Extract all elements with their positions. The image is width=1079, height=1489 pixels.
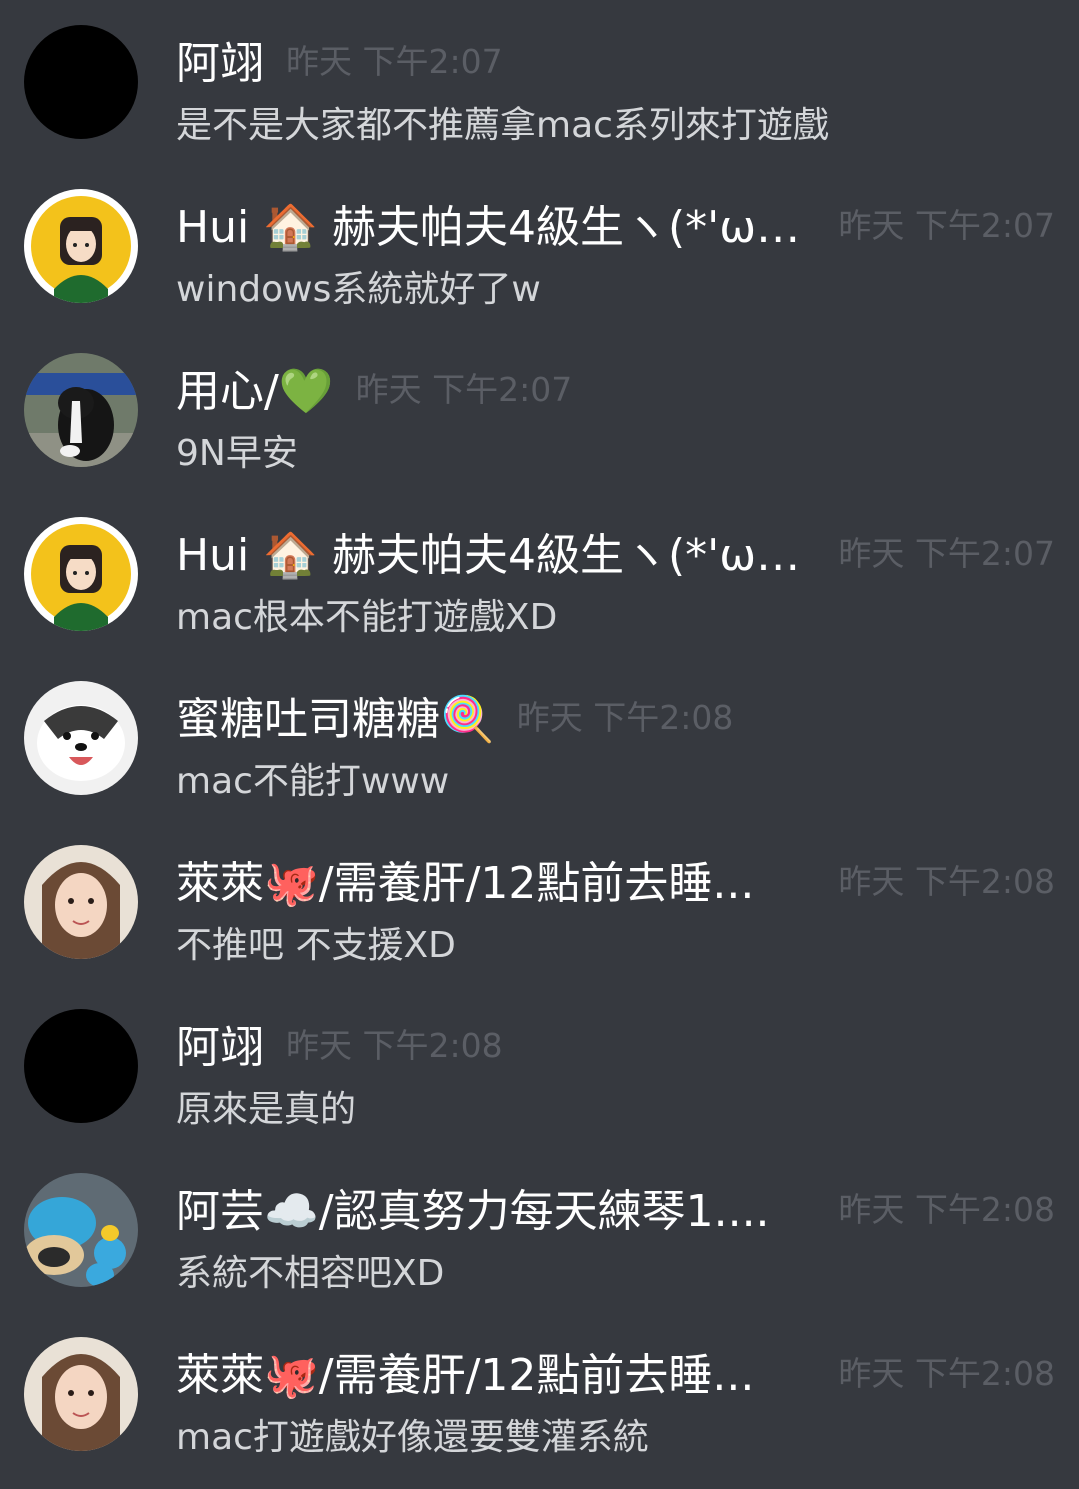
- message-item: 萊萊🐙/需養肝/12點前去睡... 昨天 下午2:08 mac打遊戲好像還要雙灌…: [0, 1312, 1079, 1476]
- chat-message-list: 阿翊 昨天 下午2:07 是不是大家都不推薦拿mac系列來打遊戲 Hui 🏠 赫…: [0, 0, 1079, 1489]
- username[interactable]: 用心/💚: [176, 355, 334, 419]
- message-header: 阿翊 昨天 下午2:08: [176, 1016, 1055, 1073]
- message-text: 是不是大家都不推薦拿mac系列來打遊戲: [176, 105, 829, 146]
- message-text: mac打遊戲好像還要雙灌系統: [176, 1417, 649, 1458]
- message-item: 用心/💚 昨天 下午2:07 9N早安: [0, 328, 1079, 492]
- message-text: mac根本不能打遊戲XD: [176, 597, 558, 638]
- message-item: Hui 🏠 赫夫帕夫4級生ヽ(*'ω'*... 昨天 下午2:07 window…: [0, 164, 1079, 328]
- avatar[interactable]: [24, 681, 138, 795]
- avatar[interactable]: [24, 1337, 138, 1451]
- message-text: mac不能打www: [176, 761, 450, 802]
- username[interactable]: 萊萊🐙/需養肝/12點前去睡...: [176, 1339, 754, 1403]
- message-item: 萊萊🐙/需養肝/12點前去睡... 昨天 下午2:08 不推吧 不支援XD: [0, 820, 1079, 984]
- username[interactable]: 萊萊🐙/需養肝/12點前去睡...: [176, 847, 754, 911]
- avatar[interactable]: [24, 1173, 138, 1287]
- username[interactable]: Hui 🏠 赫夫帕夫4級生ヽ(*'ω'*...: [176, 519, 806, 583]
- message-item: 蜜糖吐司糖糖🍭 昨天 下午2:08 mac不能打www: [0, 656, 1079, 820]
- avatar[interactable]: [24, 353, 138, 467]
- username[interactable]: 阿翊: [176, 1011, 264, 1075]
- message-header: 阿芸☁️/認真努力每天練琴1.... 昨天 下午2:08: [176, 1180, 1055, 1237]
- message-header: 萊萊🐙/需養肝/12點前去睡... 昨天 下午2:08: [176, 852, 1055, 909]
- message-text: windows系統就好了w: [176, 269, 541, 310]
- message-header: 蜜糖吐司糖糖🍭 昨天 下午2:08: [176, 688, 1055, 745]
- message-header: 萊萊🐙/需養肝/12點前去睡... 昨天 下午2:08: [176, 1344, 1055, 1401]
- message-text: 9N早安: [176, 433, 298, 474]
- timestamp: 昨天 下午2:08: [516, 698, 734, 737]
- timestamp: 昨天 下午2:07: [355, 370, 573, 409]
- message-item: 阿芸☁️/認真努力每天練琴1.... 昨天 下午2:08 系統不相容吧XD: [0, 1148, 1079, 1312]
- timestamp: 昨天 下午2:07: [286, 42, 503, 81]
- timestamp: 昨天 下午2:08: [838, 1190, 1055, 1229]
- message-header: Hui 🏠 赫夫帕夫4級生ヽ(*'ω'*... 昨天 下午2:07: [176, 524, 1055, 581]
- message-header: Hui 🏠 赫夫帕夫4級生ヽ(*'ω'*... 昨天 下午2:07: [176, 196, 1055, 253]
- timestamp: 昨天 下午2:07: [838, 206, 1055, 245]
- timestamp: 昨天 下午2:08: [286, 1026, 503, 1065]
- message-header: 阿翊 昨天 下午2:07: [176, 32, 1055, 89]
- avatar[interactable]: [24, 1009, 138, 1123]
- avatar[interactable]: [24, 189, 138, 303]
- avatar[interactable]: [24, 517, 138, 631]
- timestamp: 昨天 下午2:08: [838, 1354, 1055, 1393]
- message-text: 不推吧 不支援XD: [176, 925, 456, 966]
- timestamp: 昨天 下午2:07: [838, 534, 1055, 573]
- username[interactable]: 阿翊: [176, 27, 264, 91]
- message-text: 系統不相容吧XD: [176, 1253, 445, 1294]
- timestamp: 昨天 下午2:08: [838, 862, 1055, 901]
- avatar[interactable]: [24, 25, 138, 139]
- avatar[interactable]: [24, 845, 138, 959]
- message-header: 用心/💚 昨天 下午2:07: [176, 360, 1055, 417]
- message-item: 阿翊 昨天 下午2:07 是不是大家都不推薦拿mac系列來打遊戲: [0, 0, 1079, 164]
- message-item: Hui 🏠 赫夫帕夫4級生ヽ(*'ω'*... 昨天 下午2:07 mac根本不…: [0, 492, 1079, 656]
- username[interactable]: Hui 🏠 赫夫帕夫4級生ヽ(*'ω'*...: [176, 191, 806, 255]
- message-text: 原來是真的: [176, 1089, 357, 1130]
- message-item: 阿翊 昨天 下午2:08 原來是真的: [0, 984, 1079, 1148]
- username[interactable]: 阿芸☁️/認真努力每天練琴1....: [176, 1175, 770, 1239]
- username[interactable]: 蜜糖吐司糖糖🍭: [176, 683, 495, 747]
